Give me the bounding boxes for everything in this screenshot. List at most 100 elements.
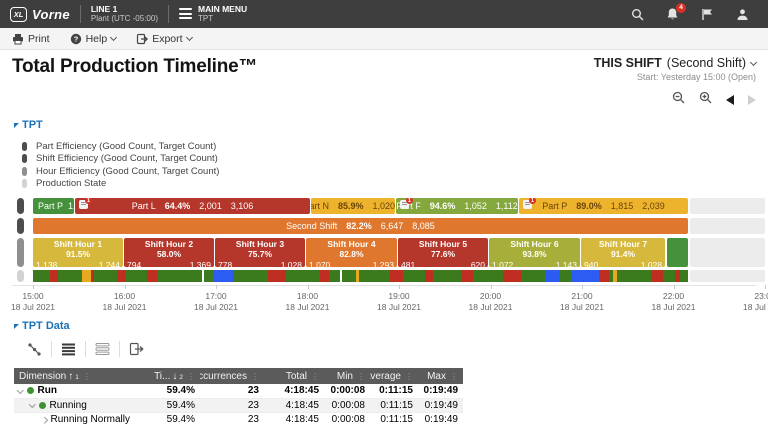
annotation-icon[interactable]: 1: [400, 200, 409, 209]
hour-segment[interactable]: Shift Hour 482.8%1,0701,293: [306, 238, 397, 267]
column-menu-icon[interactable]: ⋮: [83, 372, 91, 381]
main-menu[interactable]: MAIN MENU TPT: [179, 5, 247, 24]
state-segment[interactable]: [359, 270, 390, 282]
grouped-rows-icon[interactable]: [86, 342, 119, 356]
state-segment[interactable]: [329, 270, 340, 282]
user-icon[interactable]: [735, 7, 750, 22]
expand-row-icon[interactable]: [41, 417, 47, 423]
help-menu[interactable]: ? Help: [70, 33, 117, 45]
prev-arrow[interactable]: [726, 95, 734, 105]
part-good-count: 1,020...: [373, 201, 395, 211]
collapse-row-icon[interactable]: [17, 387, 23, 393]
hour-counts: 481620: [401, 260, 485, 267]
value-cell: 0:19:49: [418, 385, 463, 396]
state-segment[interactable]: [204, 270, 213, 282]
hour-segment[interactable]: Shift Hour 258.0%7941,369: [124, 238, 214, 267]
column-label: Occurrences: [200, 371, 247, 382]
hour-segment[interactable]: Shift Hour 577.6%481620: [398, 238, 488, 267]
print-button[interactable]: Print: [12, 33, 50, 45]
state-segment[interactable]: [82, 270, 91, 282]
state-segment[interactable]: [503, 270, 521, 282]
zoom-out-icon[interactable]: [672, 91, 685, 109]
state-segment[interactable]: [545, 270, 559, 282]
sort-order: 1: [75, 374, 79, 381]
state-segment[interactable]: [403, 270, 425, 282]
part-segment[interactable]: 1Part P89.0%1,8152,039: [519, 198, 688, 214]
hour-segment[interactable]: Shift Hour 693.8%1,0721,143: [489, 238, 580, 267]
state-segment[interactable]: [286, 270, 320, 282]
state-segment[interactable]: [461, 270, 473, 282]
column-menu-icon[interactable]: ⋮: [187, 372, 195, 381]
hierarchy-icon[interactable]: [18, 342, 51, 357]
state-segment[interactable]: [50, 270, 58, 282]
state-segment[interactable]: [320, 270, 329, 282]
search-icon[interactable]: [630, 7, 645, 22]
state-segment[interactable]: [33, 270, 50, 282]
state-segment[interactable]: [157, 270, 202, 282]
table-row[interactable]: Running Normally59.4%234:18:450:00:080:1…: [14, 413, 463, 425]
line-selector[interactable]: LINE 1 Plant (UTC -05:00): [91, 5, 158, 24]
annotation-icon[interactable]: 1: [79, 200, 88, 209]
help-label: Help: [86, 33, 108, 45]
state-segment[interactable]: [473, 270, 503, 282]
state-segment[interactable]: [680, 270, 688, 282]
state-segment[interactable]: [651, 270, 663, 282]
state-segment[interactable]: [559, 270, 571, 282]
shift-segment[interactable]: Second Shift82.2%6,6478,085: [33, 218, 688, 234]
shift-selector[interactable]: THIS SHIFT (Second Shift): [594, 56, 756, 70]
state-segment[interactable]: [268, 270, 286, 282]
state-segment[interactable]: [126, 270, 147, 282]
value-cell: 59.4%: [154, 385, 200, 396]
state-segment[interactable]: [58, 270, 82, 282]
state-segment[interactable]: [117, 270, 126, 282]
collapse-row-icon[interactable]: [29, 401, 35, 407]
annotation-icon[interactable]: 1: [523, 200, 532, 209]
column-header[interactable]: Total⋮: [264, 371, 324, 382]
table-row[interactable]: Run59.4%234:18:450:00:080:11:150:19:49: [14, 384, 463, 399]
state-segment[interactable]: [617, 270, 651, 282]
table-row[interactable]: Running59.4%234:18:450:00:080:11:150:19:…: [14, 399, 463, 414]
state-segment[interactable]: [342, 270, 356, 282]
tpt-data-section-header[interactable]: TPT Data: [14, 320, 756, 332]
part-segment[interactable]: 1Part F94.6%1,0521,112: [396, 198, 518, 214]
state-segment[interactable]: [94, 270, 117, 282]
state-segment[interactable]: [213, 270, 233, 282]
state-segment[interactable]: [233, 270, 268, 282]
export-menu[interactable]: Export: [136, 33, 191, 45]
column-menu-icon[interactable]: ⋮: [311, 372, 319, 381]
notifications-icon[interactable]: 4: [665, 7, 680, 22]
column-menu-icon[interactable]: ⋮: [357, 372, 365, 381]
brand[interactable]: XL Vorne: [10, 7, 70, 22]
state-segment[interactable]: [147, 270, 157, 282]
column-menu-icon[interactable]: ⋮: [450, 372, 458, 381]
zoom-in-icon[interactable]: [699, 91, 712, 109]
hour-segment[interactable]: [667, 238, 688, 267]
state-segment[interactable]: [663, 270, 675, 282]
part-segment[interactable]: Part N85.9%1,020...: [311, 198, 395, 214]
hour-segment[interactable]: Shift Hour 191.5%1,1381,244: [33, 238, 123, 267]
column-menu-icon[interactable]: ⋮: [251, 372, 259, 381]
hour-segment[interactable]: Shift Hour 791.4%9401,028: [581, 238, 665, 267]
part-segment[interactable]: Part P1...: [33, 198, 74, 214]
hour-efficiency: 58.0%: [127, 250, 211, 260]
state-segment[interactable]: [599, 270, 609, 282]
tpt-section-header[interactable]: TPT: [14, 119, 756, 131]
hour-segment[interactable]: Shift Hour 375.7%7781,028: [215, 238, 305, 267]
flag-icon[interactable]: [700, 7, 715, 22]
flat-rows-icon[interactable]: [52, 342, 85, 356]
state-segment[interactable]: [390, 270, 403, 282]
state-segment[interactable]: [571, 270, 599, 282]
state-segment[interactable]: [433, 270, 461, 282]
state-segment[interactable]: [521, 270, 545, 282]
column-header[interactable]: % Ti...↓2⋮: [154, 371, 200, 382]
export-table-icon[interactable]: [120, 342, 153, 356]
column-header[interactable]: Max⋮: [418, 371, 463, 382]
part-segment[interactable]: 1Part L64.4%2,0013,106: [75, 198, 310, 214]
column-menu-icon[interactable]: ⋮: [405, 372, 413, 381]
action-toolbar: Print ? Help Export: [0, 28, 768, 50]
column-header[interactable]: Occurrences ⋮: [200, 371, 264, 382]
column-header[interactable]: Min⋮: [324, 371, 370, 382]
state-segment[interactable]: [425, 270, 433, 282]
column-header[interactable]: Dimension↑1⋮: [14, 371, 154, 382]
column-header[interactable]: Average⋮: [370, 371, 418, 382]
